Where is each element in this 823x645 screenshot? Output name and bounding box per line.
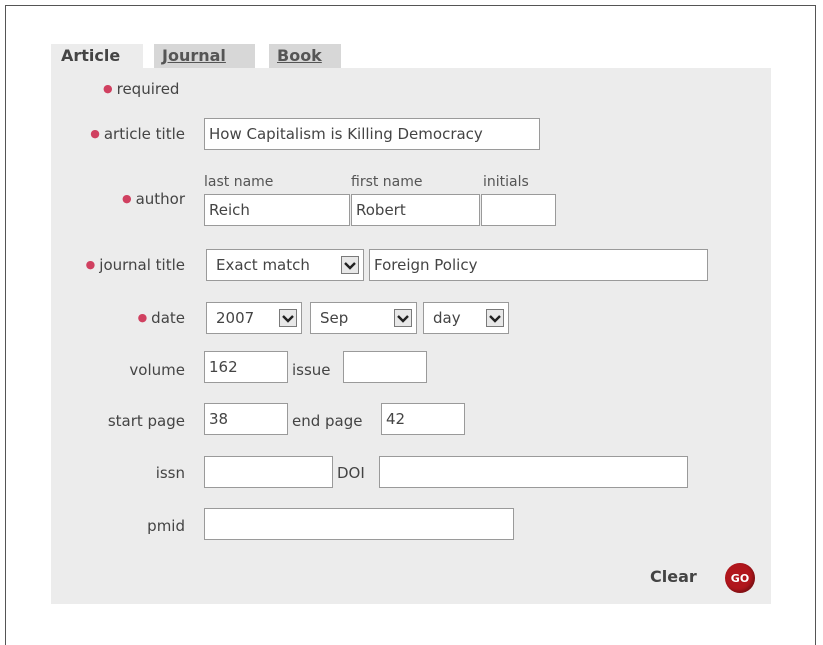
required-marker-icon: ● bbox=[137, 311, 148, 324]
first-name-label: first name bbox=[351, 174, 423, 190]
initials-field[interactable] bbox=[481, 194, 556, 226]
volume-field[interactable]: 162 bbox=[204, 351, 288, 383]
end-page-field[interactable]: 42 bbox=[381, 403, 465, 435]
day-select[interactable]: day bbox=[423, 302, 509, 334]
tab-book[interactable]: Book bbox=[269, 44, 341, 68]
last-name-field[interactable]: Reich bbox=[204, 194, 350, 226]
chevron-down-icon bbox=[394, 309, 412, 327]
start-page-label: start page bbox=[107, 412, 185, 430]
doi-field[interactable] bbox=[379, 456, 688, 488]
start-page-field[interactable]: 38 bbox=[204, 403, 288, 435]
volume-label: volume bbox=[129, 361, 185, 379]
chevron-down-icon bbox=[486, 309, 504, 327]
chevron-down-icon bbox=[279, 309, 297, 327]
initials-label: initials bbox=[483, 174, 529, 190]
journal-match-select[interactable]: Exact match bbox=[206, 249, 364, 281]
required-marker-icon: ● bbox=[90, 127, 100, 140]
issue-label: issue bbox=[292, 361, 331, 379]
year-select[interactable]: 2007 bbox=[206, 302, 302, 334]
journal-title-label: ● journal title bbox=[85, 256, 185, 274]
go-button[interactable]: GO bbox=[725, 563, 755, 593]
tab-article[interactable]: Article bbox=[51, 44, 143, 68]
first-name-field[interactable]: Robert bbox=[351, 194, 480, 226]
clear-button[interactable]: Clear bbox=[650, 567, 697, 586]
chevron-down-icon bbox=[341, 256, 359, 274]
required-note: ● required bbox=[103, 80, 180, 98]
author-label: ● author bbox=[121, 190, 185, 208]
end-page-label: end page bbox=[292, 412, 363, 430]
issn-label: issn bbox=[155, 464, 185, 482]
required-marker-icon: ● bbox=[103, 82, 113, 95]
required-marker-icon: ● bbox=[85, 258, 96, 271]
issn-field[interactable] bbox=[204, 456, 333, 488]
required-marker-icon: ● bbox=[121, 192, 132, 205]
last-name-label: last name bbox=[204, 174, 274, 190]
date-label: ● date bbox=[137, 309, 185, 327]
tab-journal[interactable]: Journal bbox=[154, 44, 255, 68]
pmid-field[interactable] bbox=[204, 508, 514, 540]
month-select[interactable]: Sep bbox=[310, 302, 417, 334]
doi-label: DOI bbox=[337, 464, 365, 482]
article-title-field[interactable]: How Capitalism is Killing Democracy bbox=[204, 118, 540, 150]
journal-title-field[interactable]: Foreign Policy bbox=[369, 249, 708, 281]
pmid-label: pmid bbox=[147, 517, 185, 535]
issue-field[interactable] bbox=[343, 351, 427, 383]
article-title-label: ● article title bbox=[90, 125, 185, 143]
